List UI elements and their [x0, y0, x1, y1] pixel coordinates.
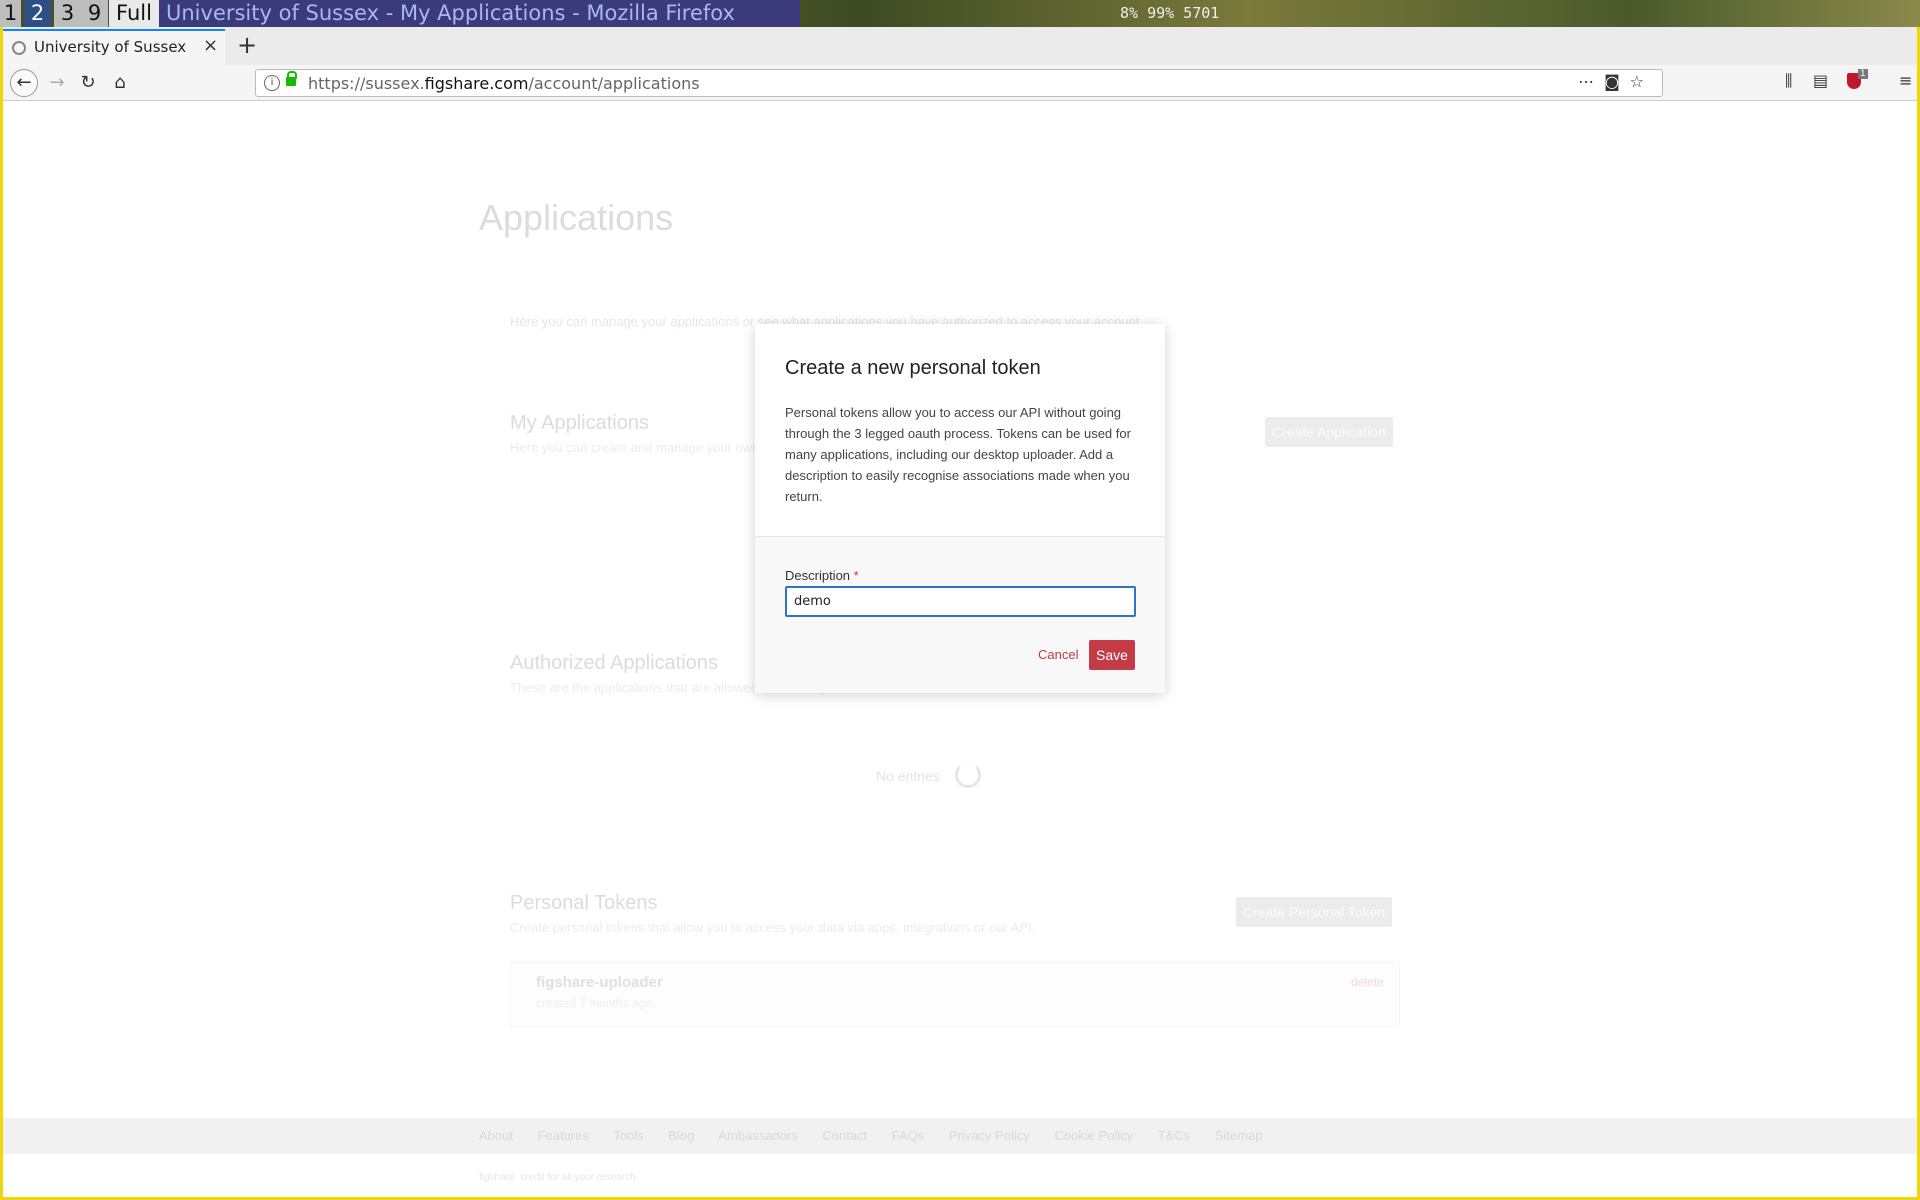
page-actions: ⋯◙☆ [1578, 72, 1654, 91]
footer-link-about[interactable]: About [479, 1128, 513, 1143]
cancel-button[interactable]: Cancel [1038, 647, 1078, 662]
workspace-9[interactable]: 9 [81, 0, 108, 27]
bookmark-star-icon[interactable]: ☆ [1630, 72, 1654, 91]
description-input[interactable]: demo [785, 586, 1136, 617]
footer-link-privacy[interactable]: Privacy Policy [949, 1128, 1030, 1143]
sidebar-icon[interactable]: ▤ [1813, 71, 1828, 90]
footer-link-contact[interactable]: Contact [822, 1128, 867, 1143]
footer-link-cookie[interactable]: Cookie Policy [1054, 1128, 1133, 1143]
footer-tagline: figshare. credit for all your research. [479, 1172, 639, 1183]
workspace-full[interactable]: Full [109, 0, 159, 27]
wm-bar: 1 2 3 9 Full University of Sussex - My A… [0, 0, 1920, 27]
workspace-2[interactable]: 2 [24, 0, 51, 27]
reload-button[interactable]: ↻ [74, 69, 102, 97]
refresh-icon[interactable] [955, 762, 981, 788]
home-button[interactable]: ⌂ [106, 69, 134, 97]
url-bar[interactable]: i https://sussex.figshare.com/account/ap… [255, 69, 1663, 97]
pocket-icon[interactable]: ◙ [1604, 72, 1630, 91]
my-applications-title: My Applications [510, 412, 649, 434]
footer-link-features[interactable]: Features [538, 1128, 589, 1143]
url-text[interactable]: https://sussex.figshare.com/account/appl… [308, 74, 700, 93]
required-marker: * [853, 568, 859, 583]
modal-title: Create a new personal token [785, 357, 1041, 379]
create-personal-token-button[interactable]: Create Personal Token [1236, 897, 1393, 927]
workspace-1[interactable]: 1 [0, 0, 21, 27]
close-icon[interactable]: × [203, 35, 218, 56]
new-tab-button[interactable]: + [237, 31, 257, 59]
info-icon[interactable]: i [264, 75, 280, 91]
footer: About Features Tools Blog Ambassadors Co… [3, 1118, 1917, 1154]
library-icon[interactable]: ⫼ [1785, 71, 1792, 91]
token-row: figshare-uploader created 7 months ago. … [510, 961, 1400, 1027]
create-application-button[interactable]: Create Application [1265, 417, 1393, 447]
system-stats: 8% 99% 5701 [1120, 4, 1220, 22]
footer-link-blog[interactable]: Blog [668, 1128, 694, 1143]
no-entries-text: No entries [876, 768, 940, 784]
delete-token-link[interactable]: delete [1351, 975, 1384, 989]
window-title: University of Sussex - My Applications -… [159, 0, 800, 27]
lock-icon [286, 71, 297, 86]
favicon-icon [12, 41, 26, 55]
footer-links: About Features Tools Blog Ambassadors Co… [479, 1128, 1283, 1143]
token-meta: created 7 months ago. [536, 996, 656, 1010]
page-title: Applications [479, 197, 674, 238]
footer-link-faqs[interactable]: FAQs [892, 1128, 925, 1143]
back-button[interactable]: ← [10, 69, 38, 97]
save-button[interactable]: Save [1089, 640, 1135, 670]
tab-bar: University of Sussex - My Applications ×… [3, 27, 1917, 65]
personal-tokens-subtitle: Create personal tokens that allow you to… [510, 920, 1036, 935]
ublock-badge: 1 [1858, 69, 1868, 79]
workspace-3[interactable]: 3 [54, 0, 81, 27]
create-token-modal: Create a new personal token Personal tok… [755, 324, 1165, 693]
personal-tokens-title: Personal Tokens [510, 892, 658, 914]
footer-link-sitemap[interactable]: Sitemap [1215, 1128, 1263, 1143]
tab-title: University of Sussex - My Applications [34, 38, 189, 56]
forward-button[interactable]: → [43, 69, 71, 97]
tab-active[interactable]: University of Sussex - My Applications × [3, 29, 225, 65]
description-label: Description * [785, 568, 859, 583]
nav-bar: ← → ↻ ⌂ i https://sussex.figshare.com/ac… [3, 65, 1917, 101]
token-name: figshare-uploader [536, 974, 663, 991]
menu-icon[interactable]: ≡ [1899, 71, 1912, 90]
footer-link-tcs[interactable]: T&Cs [1158, 1128, 1191, 1143]
footer-link-tools[interactable]: Tools [613, 1128, 643, 1143]
authorized-applications-title: Authorized Applications [510, 652, 718, 674]
modal-description: Personal tokens allow you to access our … [785, 405, 1131, 504]
footer-link-ambassadors[interactable]: Ambassadors [718, 1128, 797, 1143]
more-icon[interactable]: ⋯ [1578, 72, 1604, 91]
